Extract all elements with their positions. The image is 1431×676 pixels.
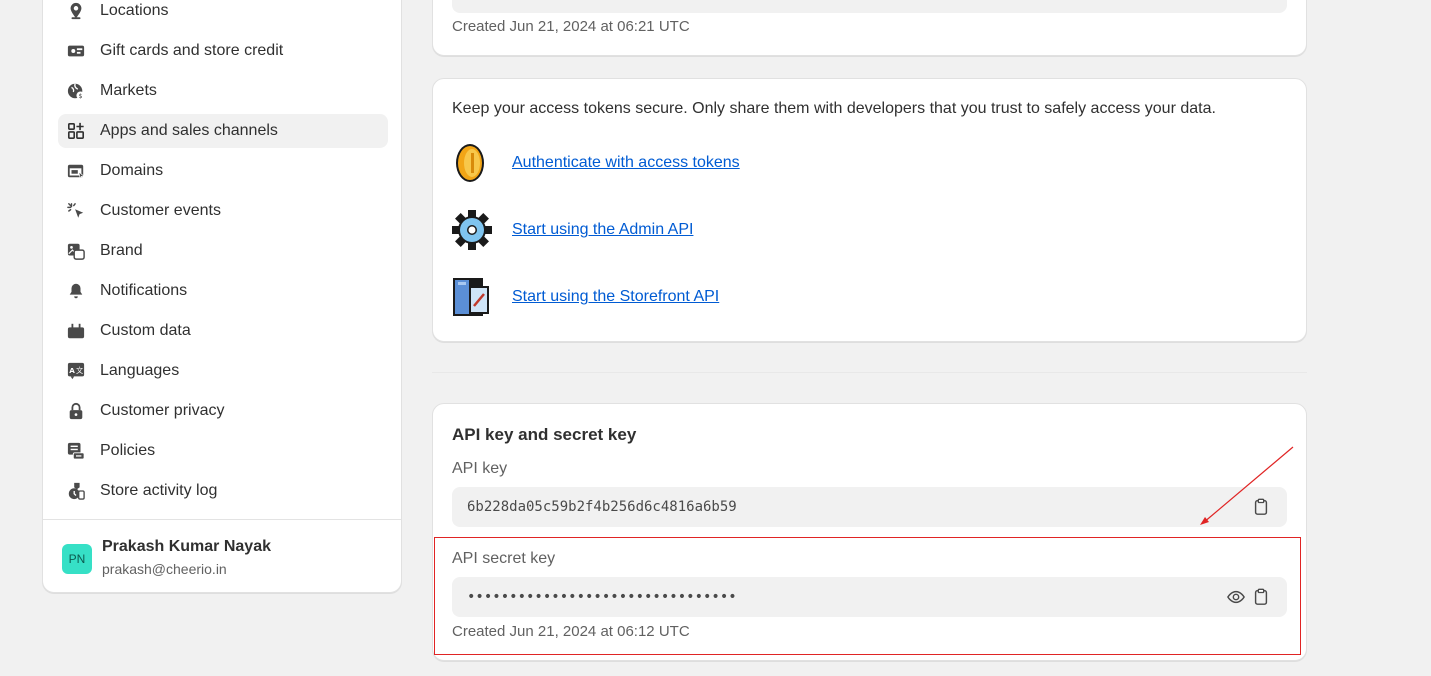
location-pin-icon [65, 0, 87, 22]
sidebar-item-label: Notifications [100, 282, 188, 299]
storefront-api-link[interactable]: Start using the Storefront API [512, 288, 719, 306]
gift-card-icon [65, 40, 87, 62]
sidebar-item-label: Gift cards and store credit [100, 42, 284, 59]
api-key-label: API key [452, 460, 508, 477]
sidebar-item-label: Languages [100, 362, 180, 379]
svg-text:$: $ [79, 93, 83, 100]
sidebar-item-label: Customer events [100, 202, 221, 219]
policy-icon [65, 440, 87, 462]
apps-icon [65, 120, 87, 142]
admin-api-link[interactable]: Start using the Admin API [512, 221, 693, 239]
annotation-highlight-box [434, 537, 1301, 655]
sidebar-item-label: Policies [100, 442, 156, 459]
activity-log-icon [65, 480, 87, 502]
lock-icon [65, 400, 87, 422]
globe-icon: $ [65, 80, 87, 102]
storefront-icon [453, 278, 489, 316]
resource-authenticate: Authenticate with access tokens [452, 142, 740, 184]
sidebar-item-languages[interactable]: A文 Languages [58, 354, 388, 388]
coin-icon [456, 144, 484, 182]
sidebar-item-label: Custom data [100, 322, 191, 339]
cursor-click-icon [65, 200, 87, 222]
sidebar-item-store-activity-log[interactable]: Store activity log [58, 474, 388, 508]
sidebar-item-label: Domains [100, 162, 164, 179]
access-token-card: Created Jun 21, 2024 at 06:21 UTC [432, 0, 1307, 56]
sidebar-divider [43, 519, 401, 520]
sidebar-item-label: Locations [100, 2, 169, 19]
resource-admin-api: Start using the Admin API [452, 209, 693, 251]
sidebar-item-label: Customer privacy [100, 402, 225, 419]
api-key-value: 6b228da05c59b2f4b256d6c4816a6b59 [467, 499, 737, 515]
sidebar-item-label: Markets [100, 82, 157, 99]
sidebar-item-markets[interactable]: $ Markets [58, 74, 388, 108]
svg-text:A: A [69, 366, 75, 375]
bell-icon [65, 280, 87, 302]
settings-sidebar: Locations Gift cards and store credit $ … [42, 0, 402, 593]
sidebar-item-custom-data[interactable]: Custom data [58, 314, 388, 348]
sidebar-item-gift-cards[interactable]: Gift cards and store credit [58, 34, 388, 68]
user-email: prakash@cheerio.in [102, 561, 227, 577]
sidebar-item-apps[interactable]: Apps and sales channels [58, 114, 388, 148]
sidebar-item-brand[interactable]: Brand [58, 234, 388, 268]
sidebar-item-label: Brand [100, 242, 143, 259]
sidebar-item-label: Apps and sales channels [100, 122, 278, 139]
svg-text:文: 文 [76, 366, 83, 375]
annotation-arrow [1200, 446, 1294, 525]
account-menu[interactable]: PN Prakash Kumar Nayak prakash@cheerio.i… [62, 536, 271, 580]
api-keys-title: API key and secret key [452, 425, 637, 444]
security-intro-text: Keep your access tokens secure. Only sha… [452, 100, 1216, 117]
avatar: PN [62, 544, 92, 574]
domain-icon [65, 160, 87, 182]
language-icon: A文 [65, 360, 87, 382]
authenticate-link[interactable]: Authenticate with access tokens [512, 154, 740, 172]
api-key-field[interactable]: 6b228da05c59b2f4b256d6c4816a6b59 [452, 487, 1287, 527]
sidebar-item-locations[interactable]: Locations [58, 0, 388, 28]
brand-image-icon [65, 240, 87, 262]
section-divider [432, 372, 1307, 373]
sidebar-item-policies[interactable]: Policies [58, 434, 388, 468]
sidebar-item-label: Store activity log [100, 482, 218, 499]
database-icon [65, 320, 87, 342]
gear-icon [452, 210, 492, 250]
sidebar-item-notifications[interactable]: Notifications [58, 274, 388, 308]
sidebar-item-customer-privacy[interactable]: Customer privacy [58, 394, 388, 428]
token-security-card: Keep your access tokens secure. Only sha… [432, 78, 1307, 342]
token-created-text: Created Jun 21, 2024 at 06:21 UTC [452, 18, 690, 35]
access-token-field[interactable] [452, 0, 1287, 13]
sidebar-item-customer-events[interactable]: Customer events [58, 194, 388, 228]
sidebar-item-domains[interactable]: Domains [58, 154, 388, 188]
user-name: Prakash Kumar Nayak [102, 538, 271, 555]
resource-storefront-api: Start using the Storefront API [452, 276, 719, 318]
